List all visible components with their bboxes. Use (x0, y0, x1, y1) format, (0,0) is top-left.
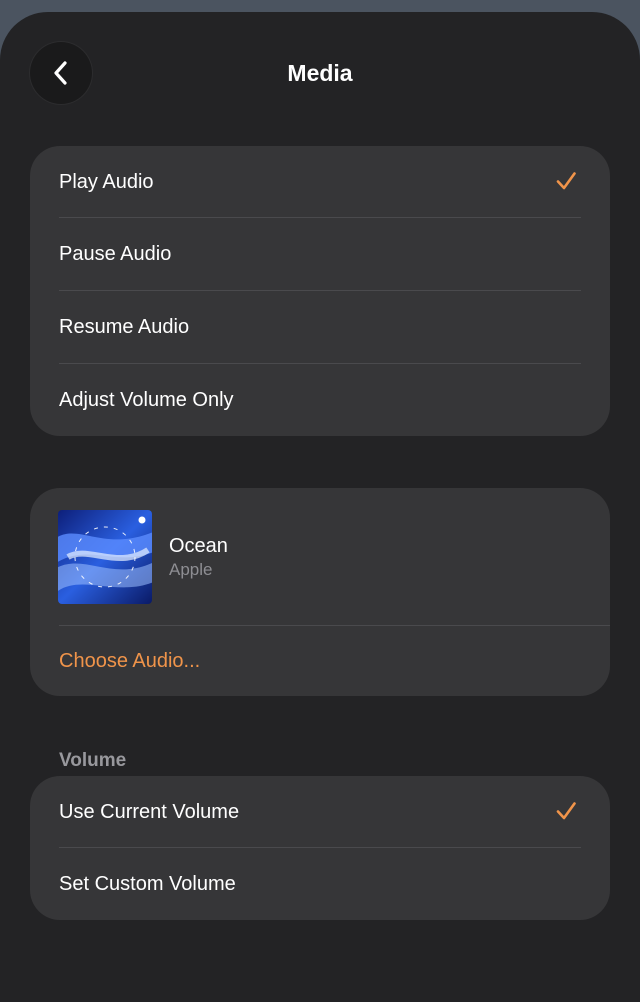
choose-audio-button[interactable]: Choose Audio... (59, 626, 200, 696)
option-label: Use Current Volume (59, 800, 240, 823)
media-sheet: Media Play Audio Pause Audio Resume Audi… (0, 12, 640, 1002)
checkmark-icon (556, 802, 576, 820)
album-artwork[interactable] (58, 510, 152, 604)
option-label: Resume Audio (59, 315, 190, 338)
song-artist: Apple (169, 560, 213, 579)
page-title: Media (287, 60, 353, 86)
song-title: Ocean (169, 535, 228, 557)
checkmark-icon (556, 172, 576, 190)
option-adjust-volume-only[interactable]: Adjust Volume Only (59, 364, 581, 436)
action-options-card: Play Audio Pause Audio Resume Audio Adju… (30, 146, 610, 436)
volume-section-label: Volume (59, 750, 127, 771)
option-label: Play Audio (59, 170, 154, 193)
audio-card: Ocean Apple Choose Audio... (30, 488, 610, 696)
option-label: Adjust Volume Only (59, 388, 234, 411)
artwork-image (58, 510, 152, 604)
volume-card: Use Current Volume Set Custom Volume (30, 776, 610, 920)
option-set-custom-volume[interactable]: Set Custom Volume (59, 848, 581, 920)
option-pause-audio[interactable]: Pause Audio (59, 218, 581, 290)
option-play-audio[interactable]: Play Audio (59, 146, 581, 218)
option-label: Set Custom Volume (59, 872, 236, 895)
option-resume-audio[interactable]: Resume Audio (59, 291, 581, 363)
option-use-current-volume[interactable]: Use Current Volume (59, 776, 581, 848)
option-label: Pause Audio (59, 242, 172, 265)
